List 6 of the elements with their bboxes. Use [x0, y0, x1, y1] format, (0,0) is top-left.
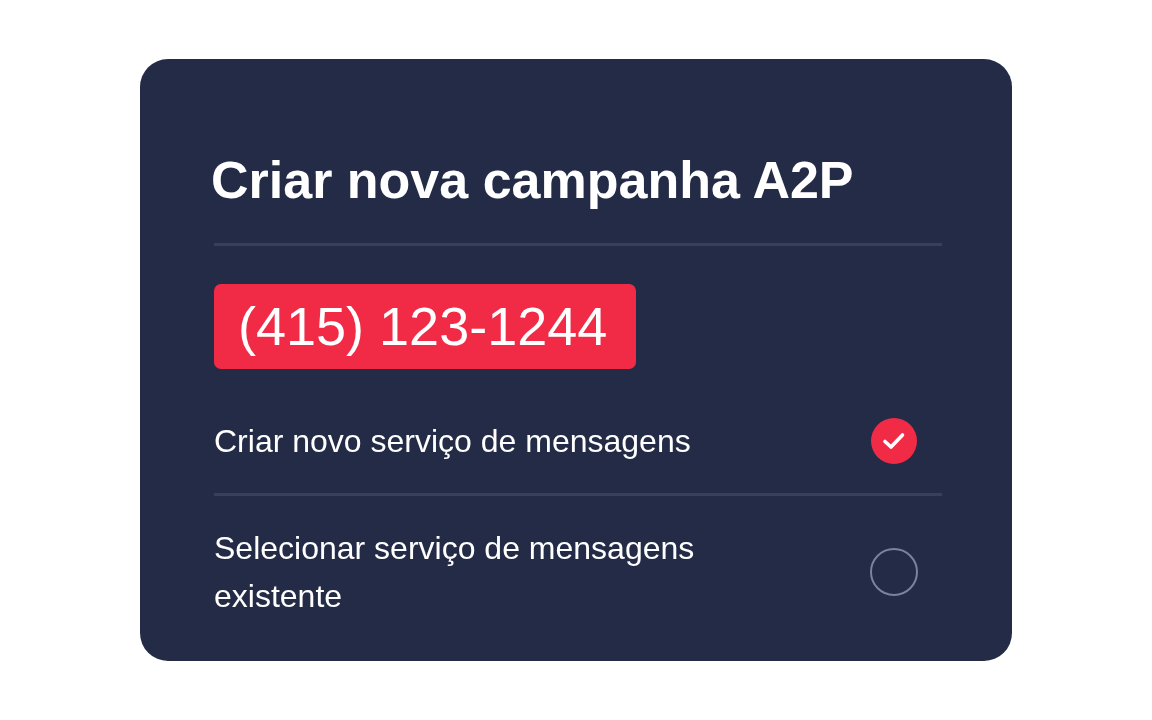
radio-button[interactable]: [870, 547, 918, 596]
card-title: Criar nova campanha A2P: [211, 152, 855, 210]
option-label[interactable]: Criar novo serviço de mensagens: [214, 416, 691, 465]
radio-button[interactable]: [870, 416, 918, 465]
option-label[interactable]: Selecionar serviço de mensagens existente: [214, 523, 744, 620]
phone-number-badge: (415) 123-1244: [214, 283, 637, 369]
